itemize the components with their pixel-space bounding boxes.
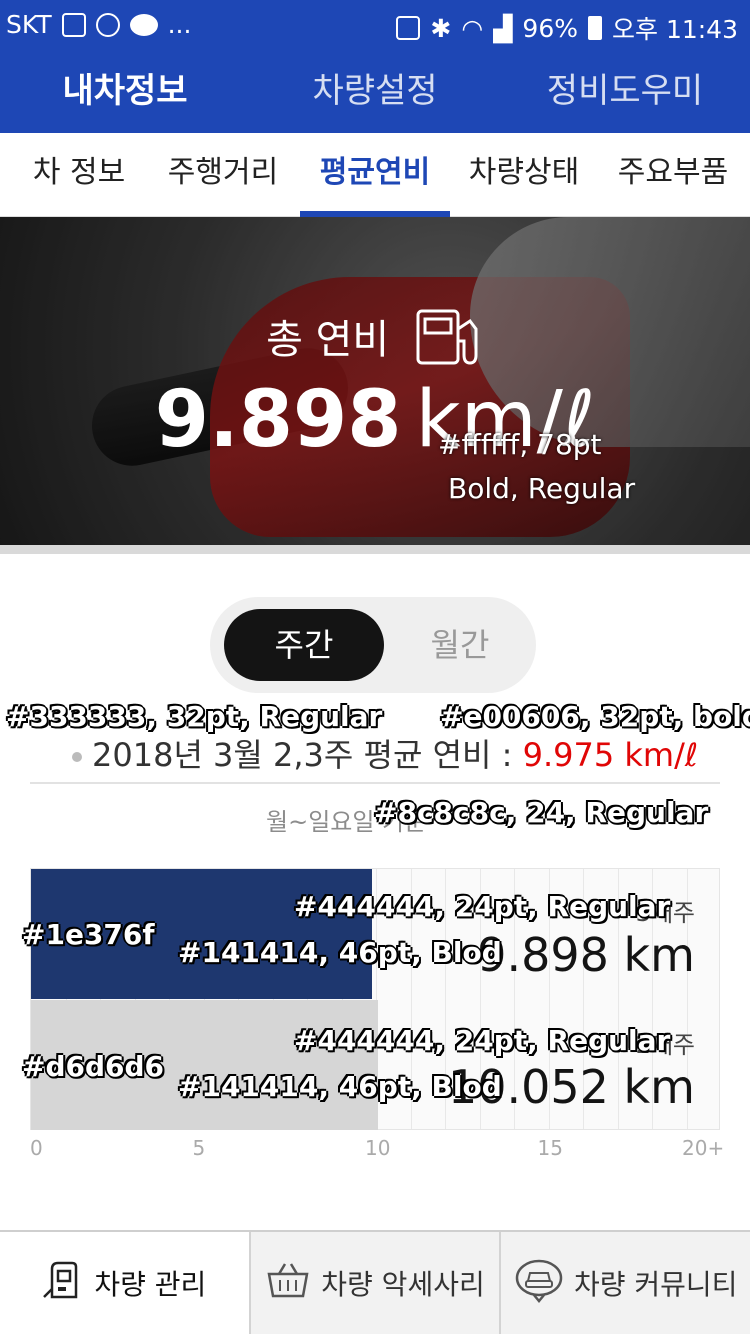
period-toggle: 주간 월간 [210,597,536,693]
annotation-bar1-week: #444444, 24pt, Regular [294,890,671,923]
x-axis-ticks: 0 5 10 15 20+ [0,1136,750,1166]
talk-icon [129,13,158,36]
bar-week-3-value: 9.898 km [477,928,695,982]
x-axis-tick-label: 10 [365,1136,391,1160]
annotation-summary-value: #e00606, 32pt, bold [440,700,750,733]
fuel-hero-banner: 총 연비 9.898 km/ℓ [0,217,750,547]
annotation-bar2-week: #444444, 24pt, Regular [294,1024,671,1057]
tab-maintenance-helper[interactable]: 정비도우미 [500,50,750,133]
bottom-nav-accessories[interactable]: 차량 악세사리 [248,1232,500,1334]
clock: 오후 11:43 [612,15,738,44]
toggle-monthly[interactable]: 월간 [386,609,534,681]
total-fuel-economy-text: 총 연비 [266,317,390,363]
annotation-hero-weight: Bold, Regular [448,472,636,505]
x-axis-tick-label: 15 [537,1136,563,1160]
signal-icon: ▟ [493,13,513,43]
annotation-period-note: #8c8c8c, 24, Regular [374,796,709,829]
bottom-nav-vehicle-management[interactable]: 차량 관리 [0,1232,249,1334]
summary-average-value: 9.975 km/ℓ [522,736,699,774]
toggle-weekly[interactable]: 주간 [224,609,384,681]
battery-percent: 96% [522,13,578,43]
annotation-hero-value: #ffffff, 78pt [438,428,602,461]
tab-my-car-info[interactable]: 내차정보 [0,50,250,133]
bullet-dot [72,752,82,762]
sync-icon [95,12,120,37]
car-door-icon [42,1259,84,1308]
bottom-nav-community[interactable]: 차량 커뮤니티 [499,1232,750,1334]
summary-divider [30,782,720,784]
bottom-nav-accessories-label: 차량 악세사리 [321,1268,485,1301]
subtab-avg-fuel-economy[interactable]: 평균연비 [300,133,450,217]
x-axis-tick-label: 0 [30,1136,43,1160]
gallery-icon [61,12,86,37]
total-fuel-economy-value: 9.898 km/ℓ [0,375,750,465]
summary-text: 2018년 3월 2,3주 평균 연비 : [92,736,523,774]
bottom-nav-vehicle-management-label: 차량 관리 [94,1268,207,1301]
annotation-bar1-value: #141414, 46pt, Blod [178,936,502,969]
battery-icon [588,16,602,40]
wifi-icon: ◠ [461,13,484,43]
hero-divider [0,545,750,554]
fuel-pump-icon [414,307,484,377]
subtab-vehicle-status[interactable]: 차량상태 [462,133,586,217]
weekly-average-summary: 2018년 3월 2,3주 평균 연비 : 9.975 km/ℓ [72,730,698,776]
subtab-mileage[interactable]: 주행거리 [158,133,288,217]
annotation-summary-text: #333333, 32pt, Regular [6,700,383,733]
bluetooth-icon: ✱ [430,13,452,43]
total-fuel-economy-label: 총 연비 [0,307,750,377]
carrier-label: SKT [6,10,52,39]
tab-vehicle-settings[interactable]: 차량설정 [250,50,500,133]
annotation-bar1-color: #1e376f [22,918,155,951]
subtab-main-parts[interactable]: 주요부품 [608,133,738,217]
x-axis-tick-label: 20+ [682,1136,725,1160]
more-notifications: ... [167,10,192,39]
hero-value-number: 9.898 [154,375,402,465]
status-bar: SKT ... ✱ ◠ ▟ 96% 오후 11:43 [0,0,750,50]
top-nav: 내차정보 차량설정 정비도우미 [0,50,750,133]
bottom-nav: 차량 관리 차량 악세사리 차량 커뮤니티 [0,1230,750,1334]
sub-tabs: 차 정보 주행거리 평균연비 차량상태 주요부품 [0,133,750,217]
car-chat-icon [514,1257,564,1310]
bottom-nav-community-label: 차량 커뮤니티 [573,1268,738,1301]
annotation-bar2-color: #d6d6d6 [22,1050,165,1083]
annotation-bar2-value: #141414, 46pt, Blod [178,1070,502,1103]
battery-saver-icon [396,16,421,40]
basket-icon [265,1260,311,1307]
x-axis-tick-label: 5 [192,1136,206,1160]
subtab-car-info[interactable]: 차 정보 [20,133,138,217]
subtab-avg-fuel-economy-label: 평균연비 [319,155,431,190]
